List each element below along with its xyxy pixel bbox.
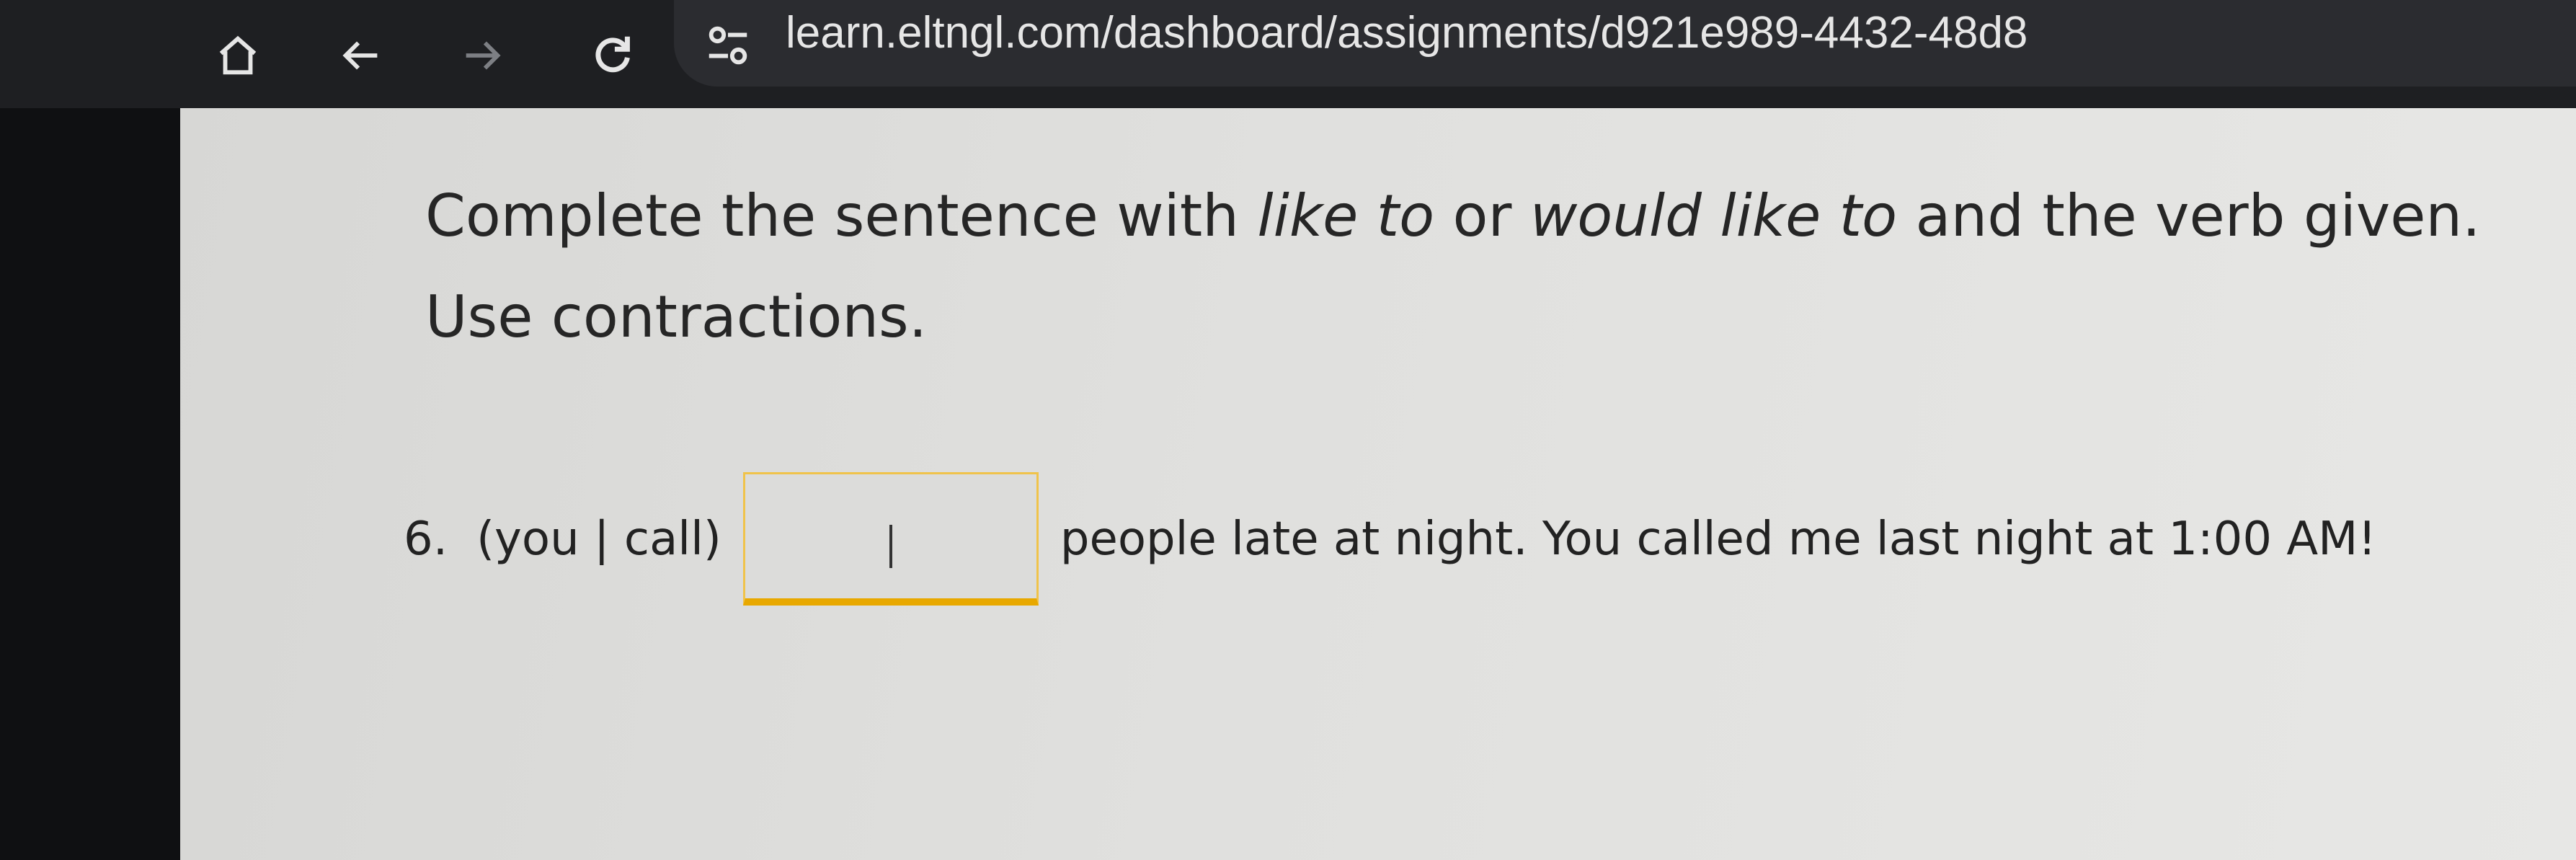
back-button[interactable] <box>321 16 400 95</box>
home-icon <box>219 35 257 75</box>
question-sentence: people late at night. You called me last… <box>1060 512 2377 566</box>
exercise-page: Complete the sentence with like to or wo… <box>180 108 2576 860</box>
instruction-part: Complete the sentence with <box>425 182 1258 249</box>
url-text[interactable]: learn.eltngl.com/dashboard/assignments/d… <box>786 7 2028 58</box>
instruction-part: or <box>1434 182 1530 249</box>
home-button[interactable] <box>198 16 277 95</box>
answer-input[interactable] <box>742 472 1039 606</box>
instruction-text: Complete the sentence with like to or wo… <box>425 166 2515 368</box>
reload-icon <box>595 36 630 73</box>
question-prompt: (you | call) <box>476 512 721 566</box>
reload-button[interactable] <box>573 16 652 95</box>
back-arrow-icon <box>342 41 378 70</box>
forward-button[interactable] <box>443 16 523 95</box>
text-cursor <box>889 525 892 568</box>
site-settings-icon[interactable] <box>703 20 753 71</box>
question-number: 6. <box>404 512 448 566</box>
instruction-emphasis: would like to <box>1529 182 1898 249</box>
browser-toolbar: learn.eltngl.com/dashboard/assignments/d… <box>0 0 2576 108</box>
instruction-emphasis: like to <box>1257 182 1435 249</box>
address-bar[interactable]: learn.eltngl.com/dashboard/assignments/d… <box>674 0 2576 87</box>
forward-arrow-icon <box>466 41 501 70</box>
question-row: 6. (you | call) people late at night. Yo… <box>404 472 2376 606</box>
